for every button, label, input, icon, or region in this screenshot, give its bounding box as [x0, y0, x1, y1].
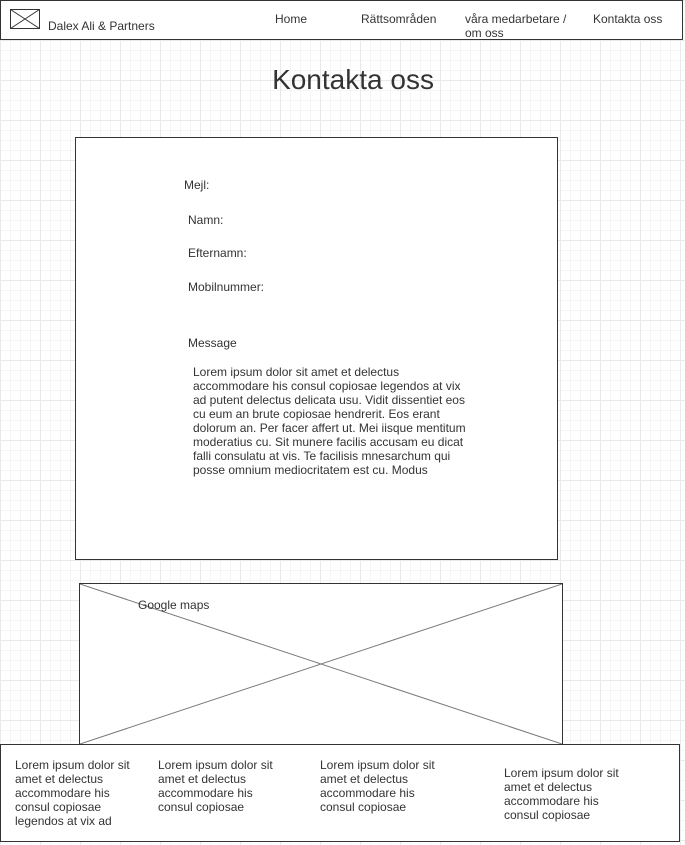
first-name-label: Namn:	[188, 213, 224, 227]
contact-form-panel	[75, 137, 558, 560]
logo-image	[10, 9, 40, 29]
image-placeholder-icon[interactable]	[10, 9, 40, 29]
email-label: Mejl:	[184, 178, 210, 192]
footer-column-1: Lorem ipsum dolor sit amet et delectus a…	[15, 758, 130, 828]
nav-item-rattsomraden[interactable]: Rättsområden	[361, 12, 436, 26]
footer-column-2: Lorem ipsum dolor sit amet et delectus a…	[158, 758, 273, 814]
footer-column-4: Lorem ipsum dolor sit amet et delectus a…	[504, 766, 619, 822]
nav-item-home[interactable]: Home	[275, 12, 307, 26]
footer-column-3: Lorem ipsum dolor sit amet et delectus a…	[320, 758, 435, 814]
nav-item-kontakta-oss[interactable]: Kontakta oss	[593, 12, 662, 26]
nav-item-vara-medarbetare[interactable]: våra medarbetare / om oss	[465, 12, 577, 40]
brand-name: Dalex Ali & Partners	[48, 19, 155, 33]
message-field[interactable]: Lorem ipsum dolor sit amet et delectus a…	[193, 365, 477, 485]
page-title: Kontakta oss	[272, 64, 434, 95]
map-label: Google maps	[138, 598, 210, 612]
mobile-label: Mobilnummer:	[188, 280, 265, 294]
message-label: Message	[188, 336, 237, 350]
last-name-label: Efternamn:	[188, 246, 247, 260]
